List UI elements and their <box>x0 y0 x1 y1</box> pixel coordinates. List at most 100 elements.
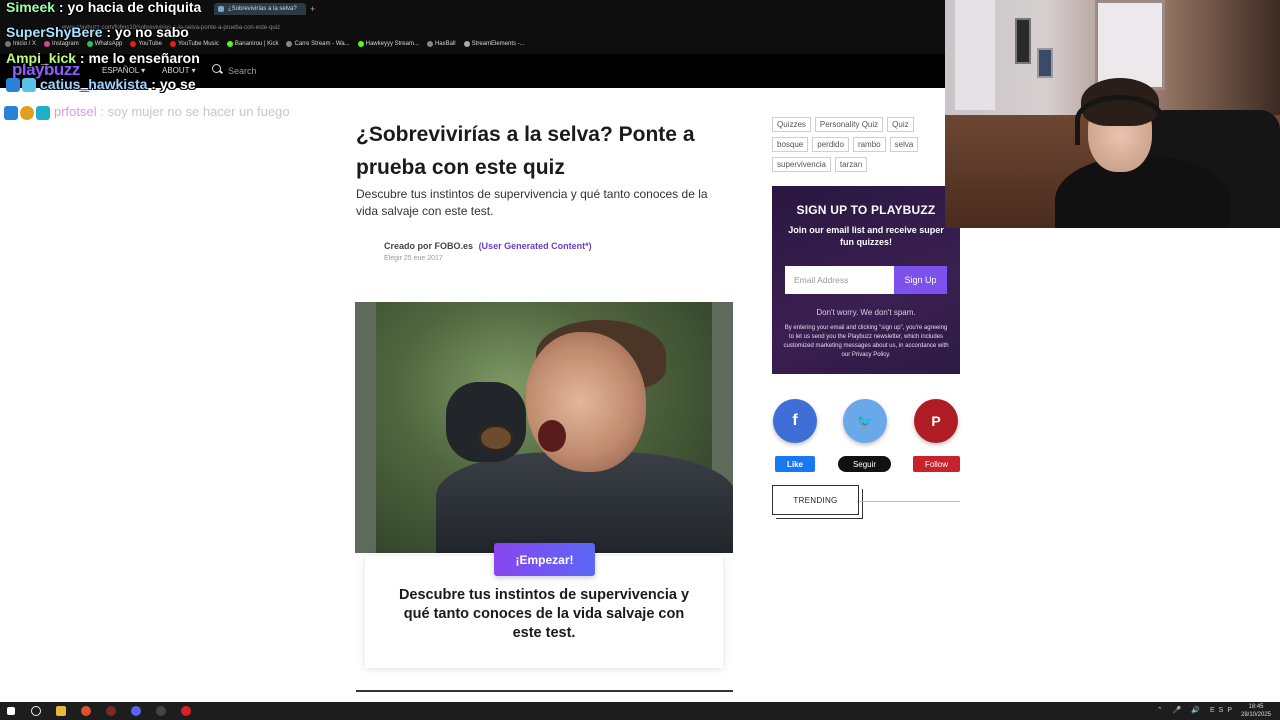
bookmark-item[interactable]: YouTube Music <box>169 39 219 49</box>
bookmark-item[interactable]: Inicio / X <box>5 39 36 49</box>
twitter-icon: 🐦 <box>856 412 874 429</box>
webcam-picture-frame <box>1037 48 1053 78</box>
bookmarks-bar: Inicio / X Instagram WhatsApp YouTube Yo… <box>5 39 525 49</box>
tag[interactable]: Quizzes <box>772 117 811 132</box>
kick-icon <box>357 41 364 47</box>
facebook-like-button[interactable]: Like <box>775 456 815 472</box>
ugc-link[interactable]: (User Generated Content*) <box>479 241 592 251</box>
discord-icon[interactable] <box>131 706 141 716</box>
author-line: Creado por FOBO.es (User Generated Conte… <box>384 241 592 251</box>
start-quiz-button[interactable]: ¡Empezar! <box>494 543 595 576</box>
obs-icon[interactable] <box>156 706 166 716</box>
new-tab-icon[interactable]: + <box>310 3 315 15</box>
pinterest-follow-button[interactable]: Follow <box>913 456 960 472</box>
bookmark-item[interactable]: YouTube <box>130 39 162 49</box>
search-icon[interactable] <box>31 706 41 716</box>
record-icon[interactable] <box>181 706 191 716</box>
webcam-window <box>955 0 995 110</box>
chat-text: : yo hacia de chiquita <box>55 0 202 15</box>
opera-icon[interactable] <box>106 706 116 716</box>
chat-text: : soy mujer no se hacer un fuego <box>96 104 290 119</box>
tag[interactable]: supervivencia <box>772 157 831 172</box>
trending-heading: TRENDING <box>772 485 859 515</box>
kick-icon <box>226 41 233 47</box>
chat-username: Simeek <box>6 0 56 15</box>
clock-date: 28/10/2025 <box>1240 712 1272 718</box>
webcam-picture-frame <box>1015 18 1031 64</box>
email-field[interactable] <box>785 266 894 294</box>
file-explorer-icon[interactable] <box>56 706 66 716</box>
bookmark-item[interactable]: Instagram <box>44 39 79 49</box>
streamelements-icon <box>463 41 470 47</box>
signup-title: SIGN UP TO PLAYBUZZ <box>796 203 936 217</box>
divider <box>356 690 733 692</box>
page-icon <box>286 41 293 47</box>
brave-icon[interactable] <box>81 706 91 716</box>
tag[interactable]: Personality Quiz <box>814 117 884 132</box>
browser-tab[interactable]: ¿Sobrevivirías a la selva? <box>214 3 306 15</box>
tag[interactable]: selva <box>889 137 919 152</box>
badge-icon <box>36 105 50 120</box>
bookmark-item[interactable]: HaxBall <box>426 39 456 49</box>
like-label: Like <box>786 459 803 469</box>
bookmark-item[interactable]: WhatsApp <box>86 39 122 49</box>
webcam-overlay <box>945 0 1280 228</box>
newsletter-signup: SIGN UP TO PLAYBUZZ Join our email list … <box>772 186 960 374</box>
facebook-share-button[interactable]: f <box>773 399 817 443</box>
follow-label: Follow <box>924 459 949 469</box>
bookmark-item[interactable]: Hawkeyyy Stream... <box>357 39 419 49</box>
search-input[interactable] <box>228 64 318 78</box>
hero-hand <box>446 382 526 462</box>
hero-spider <box>481 427 511 449</box>
badge-icon <box>22 78 36 93</box>
clock-time: 18:45 <box>1248 704 1264 710</box>
chat-message: catius_hawkista : yo se <box>6 76 196 93</box>
clock[interactable]: 18:45 28/10/2025 <box>1238 703 1274 719</box>
tag-list: Quizzes Personality Quiz Quiz bosque per… <box>772 117 952 172</box>
about-menu[interactable]: ABOUT ▾ <box>162 66 196 75</box>
seguir-label: Seguir <box>852 459 877 469</box>
article-title: ¿Sobrevivirías a la selva? Ponte a prueb… <box>356 123 695 179</box>
tag[interactable]: bosque <box>772 137 809 152</box>
bookmark-item[interactable]: Carre Stream - Wa... <box>286 39 350 49</box>
chat-username: SuperShyBere <box>6 24 103 40</box>
chat-text: : yo no sabo <box>102 24 189 40</box>
hero-mouth <box>538 420 566 452</box>
x-follow-button[interactable]: Seguir <box>838 456 891 472</box>
facebook-icon: f <box>792 412 798 429</box>
twitter-share-button[interactable]: 🐦 <box>843 399 887 443</box>
trending-divider <box>860 501 960 502</box>
tag[interactable]: rambo <box>852 137 886 152</box>
system-tray[interactable]: ⌃ 🎤 🔊 ESP <box>1157 706 1236 714</box>
language-menu[interactable]: ESPAÑOL ▾ <box>102 66 145 75</box>
chat-username: prfotsel <box>54 104 97 119</box>
article-description: Descubre tus instintos de supervivencia … <box>356 187 708 218</box>
page-icon <box>426 41 433 47</box>
sign-up-button[interactable]: Sign Up <box>894 266 947 294</box>
tag[interactable]: perdido <box>812 137 849 152</box>
youtube-music-icon <box>169 41 176 47</box>
bookmark-item[interactable]: Bananirou | Kick <box>226 39 278 49</box>
tag[interactable]: tarzan <box>834 157 868 172</box>
x-icon <box>5 41 11 47</box>
tab-favicon-icon <box>218 6 224 12</box>
badge-icon <box>4 105 18 120</box>
screen: ¿Sobrevivirías a la selva? + www.playbuz… <box>0 0 1280 720</box>
chat-message: SuperShyBere : yo no sabo <box>6 24 189 40</box>
hero-photo <box>376 302 733 553</box>
chat-badges <box>6 78 36 93</box>
search-icon[interactable] <box>212 64 221 73</box>
chat-username: catius_hawkista <box>40 76 148 92</box>
tag[interactable]: Quiz <box>887 117 914 132</box>
windows-start-icon[interactable] <box>7 707 15 715</box>
chat-text: : yo se <box>147 76 196 92</box>
pinterest-share-button[interactable]: P <box>914 399 958 443</box>
taskbar: ⌃ 🎤 🔊 ESP 18:45 28/10/2025 <box>0 702 1280 720</box>
instagram-icon <box>44 41 51 47</box>
hero-image <box>355 302 733 553</box>
author-name[interactable]: FOBO.es <box>435 241 474 251</box>
bookmark-item[interactable]: StreamElements -... <box>463 39 525 49</box>
webcam-window <box>1095 0 1165 90</box>
chat-text: : me lo enseñaron <box>76 50 200 66</box>
pinterest-icon: P <box>931 413 941 429</box>
